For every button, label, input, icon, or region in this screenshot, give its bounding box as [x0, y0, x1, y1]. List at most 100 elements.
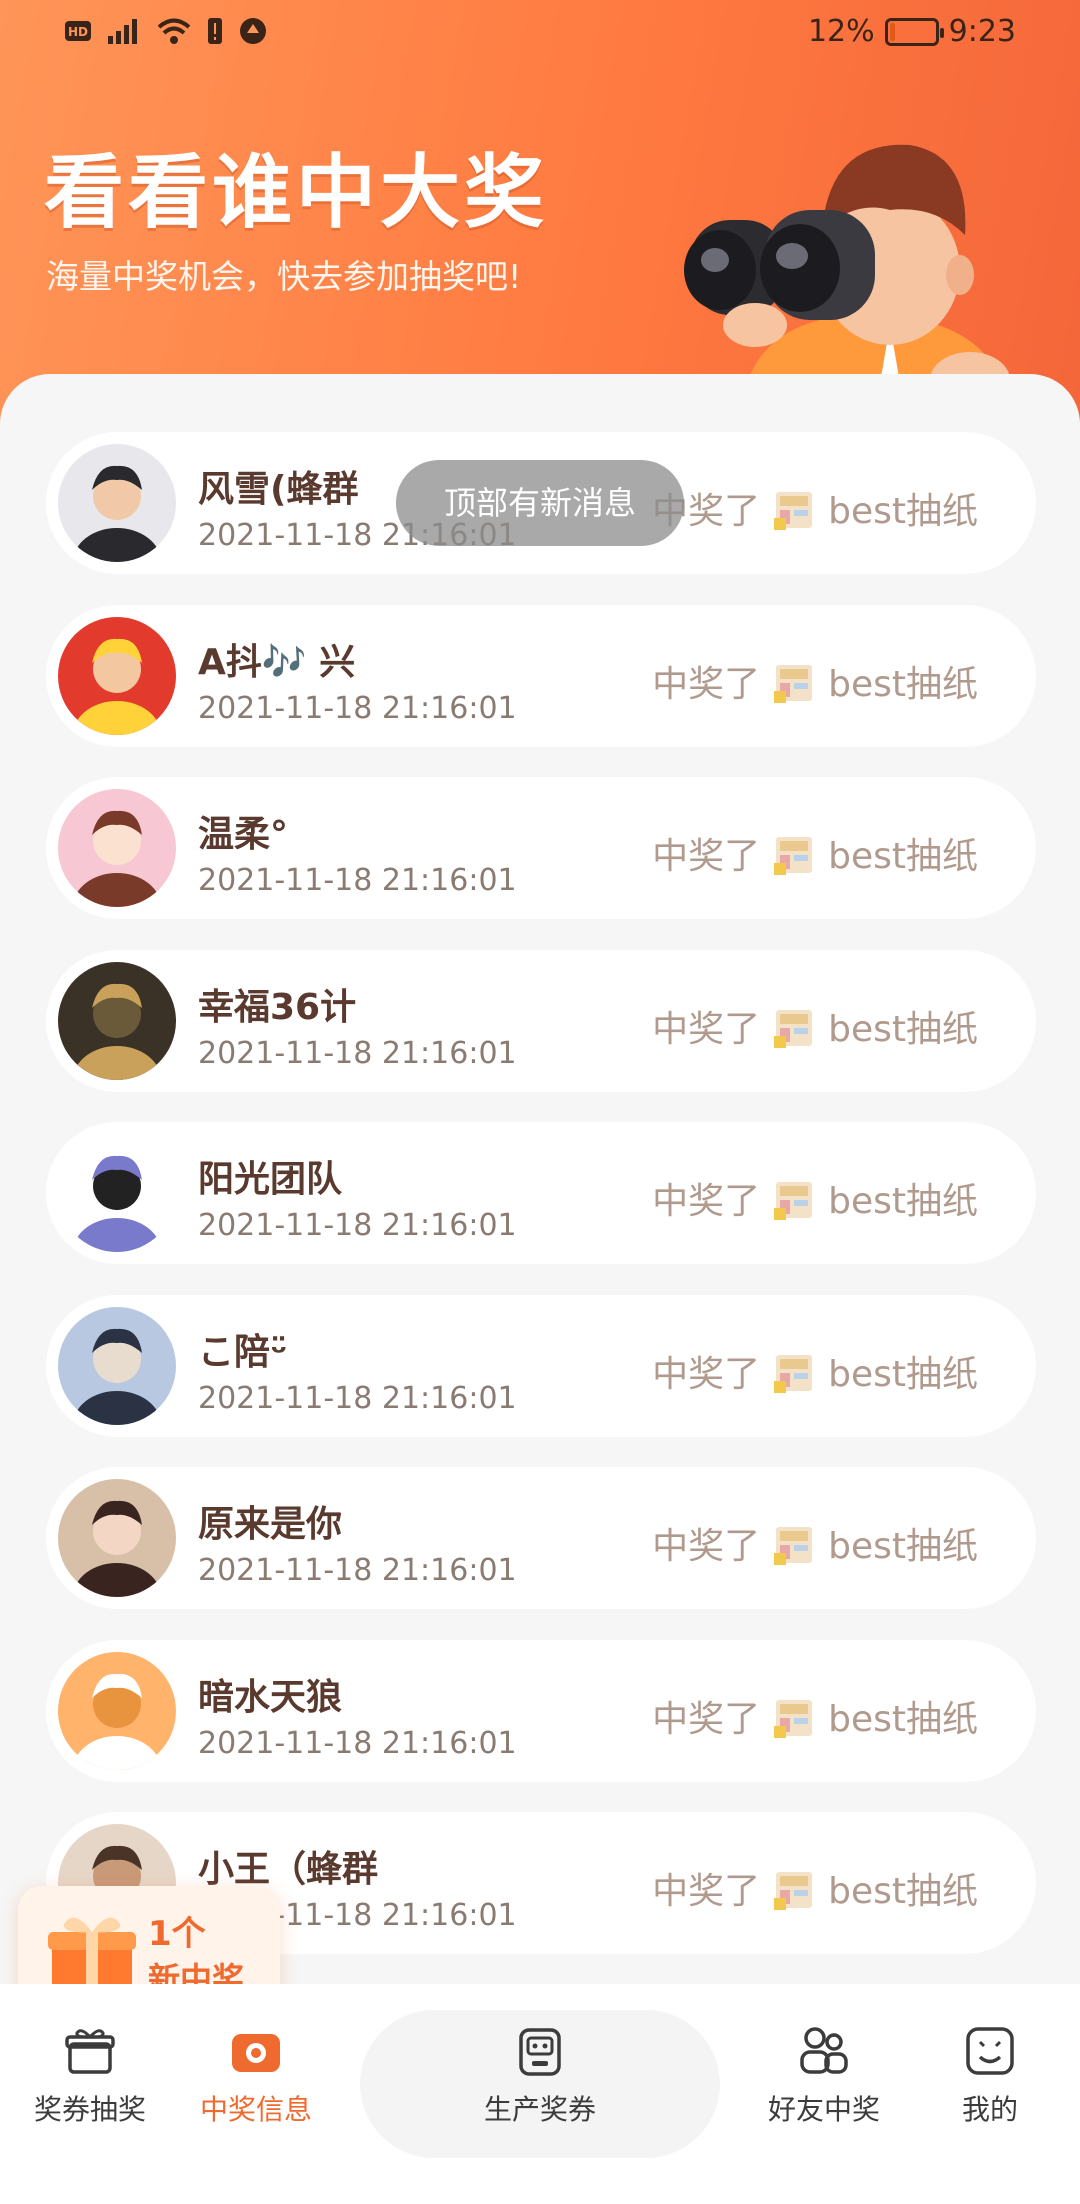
- won-label: 中奖了: [652, 836, 761, 877]
- won-label: 中奖了: [652, 1353, 761, 1395]
- avatar[interactable]: [58, 444, 176, 562]
- avatar[interactable]: [58, 1479, 176, 1597]
- won-label: 中奖了: [652, 1181, 761, 1222]
- prize-info: 中奖了 best抽纸: [652, 655, 978, 707]
- tissue-box-icon: [774, 1872, 813, 1910]
- prize-info: 中奖了 best抽纸: [652, 482, 978, 534]
- tissue-box-icon: [774, 1354, 813, 1393]
- winner-row[interactable]: A抖🎶 兴 2021-11-18 21:16:01 中奖了 best抽纸: [46, 604, 1036, 747]
- app-notification-icon: [240, 18, 266, 44]
- svg-text:HD: HD: [68, 25, 88, 39]
- battery-level: [889, 22, 896, 41]
- winner-name: 温柔°: [198, 814, 289, 855]
- prize-name: best抽纸: [828, 1181, 978, 1222]
- avatar-image: [58, 444, 176, 562]
- winner-row[interactable]: 阳光团队 2021-11-18 21:16:01 中奖了 best抽纸: [46, 1122, 1036, 1264]
- avatar-image: [58, 789, 176, 907]
- prize-info: 中奖了 best抽纸: [652, 1690, 978, 1742]
- tissue-box-icon: [774, 1527, 813, 1565]
- page-subtitle: 海量中奖机会，快去参加抽奖吧!: [46, 257, 522, 296]
- won-label: 中奖了: [652, 1698, 761, 1740]
- prize-name: best抽纸: [828, 1353, 978, 1395]
- avatar-image: [58, 1134, 176, 1252]
- nav-label-produce-tickets: 生产奖券: [483, 2093, 596, 2126]
- won-label: 中奖了: [652, 1526, 761, 1567]
- tissue-box-icon: [774, 1182, 813, 1220]
- nav-item-winner-info[interactable]: 中奖信息: [196, 2024, 316, 2128]
- nav-label-lottery: 奖券抽奖: [33, 2093, 146, 2126]
- nav-item-friends-winning[interactable]: 好友中奖: [764, 2024, 884, 2128]
- clock: 9:23: [948, 14, 1016, 49]
- tissue-box-icon: [774, 837, 813, 875]
- nav-item-lottery[interactable]: 奖券抽奖: [30, 2024, 150, 2128]
- gift-icon: [65, 2029, 115, 2074]
- avatar-image: [58, 1306, 176, 1425]
- prize-info: 中奖了 best抽纸: [652, 1517, 978, 1569]
- won-label: 中奖了: [652, 663, 761, 705]
- prize-info: 中奖了 best抽纸: [652, 827, 978, 879]
- winner-name: 暗水天狼: [198, 1676, 343, 1718]
- winner-row[interactable]: 暗水天狼 2021-11-18 21:16:01 中奖了 best抽纸: [46, 1639, 1036, 1782]
- prize-name: best抽纸: [828, 1526, 978, 1567]
- friends-icon: [800, 2027, 848, 2074]
- winner-name: 阳光团队: [198, 1159, 343, 1200]
- camera-icon: [232, 2034, 280, 2072]
- tissue-box-icon: [774, 492, 813, 530]
- prize-info: 中奖了 best抽纸: [652, 1345, 978, 1397]
- battery-icon: [884, 17, 944, 46]
- winner-name: A抖🎶 兴: [198, 641, 356, 683]
- winner-row[interactable]: 原来是你 2021-11-18 21:16:01 中奖了 best抽纸: [46, 1467, 1036, 1609]
- winner-row[interactable]: こ陪ᵕ̈ 2021-11-18 21:16:01 中奖了 best抽纸: [46, 1294, 1036, 1437]
- won-label: 中奖了: [652, 1871, 761, 1912]
- avatar[interactable]: [58, 1306, 176, 1425]
- winner-time: 2021-11-18 21:16:01: [198, 1380, 517, 1416]
- avatar[interactable]: [58, 961, 176, 1080]
- prize-info: 中奖了 best抽纸: [652, 1172, 978, 1224]
- winner-row[interactable]: 温柔° 2021-11-18 21:16:01 中奖了 best抽纸: [46, 777, 1036, 919]
- battery-percent: 12%: [807, 14, 875, 49]
- status-bar: HD 12% 9:23: [0, 0, 1080, 70]
- winner-time: 2021-11-18 21:16:01: [198, 1208, 517, 1243]
- prize-info: 中奖了 best抽纸: [652, 1000, 978, 1052]
- nav-label-friends-winning: 好友中奖: [767, 2093, 880, 2126]
- nav-label-me: 我的: [961, 2093, 1018, 2126]
- tissue-box-icon: [774, 664, 813, 703]
- winner-time: 2021-11-18 21:16:01: [198, 863, 517, 898]
- winner-row[interactable]: 幸福36计 2021-11-18 21:16:01 中奖了 best抽纸: [46, 949, 1036, 1092]
- winner-name: 原来是你: [198, 1504, 343, 1545]
- wifi-icon: [157, 18, 191, 44]
- alert-icon: [208, 18, 222, 44]
- status-icons-right: 12% 9:23: [808, 14, 1016, 49]
- winner-time: 2021-11-18 21:16:01: [198, 690, 517, 726]
- avatar-image: [58, 1479, 176, 1597]
- new-message-toast[interactable]: 顶部有新消息: [396, 460, 684, 546]
- prize-name: best抽纸: [828, 1008, 978, 1050]
- page-title: 看看谁中大奖: [44, 146, 548, 239]
- robot-icon: [519, 2028, 561, 2076]
- winner-name: こ陪ᵕ̈: [198, 1331, 288, 1373]
- avatar[interactable]: [58, 616, 176, 735]
- tissue-box-icon: [774, 1699, 813, 1738]
- winner-name: 小王（蜂群: [198, 1849, 379, 1890]
- nav-item-produce-tickets[interactable]: 生产奖券: [480, 2024, 600, 2128]
- prize-name: best抽纸: [828, 1871, 978, 1912]
- prize-name: best抽纸: [828, 836, 978, 877]
- avatar-image: [58, 1651, 176, 1770]
- avatar[interactable]: [58, 1134, 176, 1252]
- prize-name: best抽纸: [828, 1698, 978, 1740]
- winner-time: 2021-11-18 21:16:01: [198, 1035, 517, 1071]
- hd-icon: HD: [65, 21, 91, 41]
- avatar[interactable]: [58, 789, 176, 907]
- winner-name: 风雪(蜂群: [198, 469, 359, 510]
- smile-face-icon: [966, 2027, 1014, 2075]
- nav-label-winner-info: 中奖信息: [199, 2093, 312, 2126]
- avatar[interactable]: [58, 1651, 176, 1770]
- signal-icon: [108, 19, 137, 44]
- status-icons-left: HD: [64, 16, 268, 46]
- new-winner-count: 1个: [148, 1914, 206, 1954]
- winner-name: 幸福36计: [198, 986, 357, 1028]
- won-label: 中奖了: [652, 1008, 761, 1050]
- avatar-image: [58, 616, 176, 735]
- winner-time: 2021-11-18 21:16:01: [198, 1725, 517, 1761]
- nav-item-me[interactable]: 我的: [930, 2024, 1050, 2128]
